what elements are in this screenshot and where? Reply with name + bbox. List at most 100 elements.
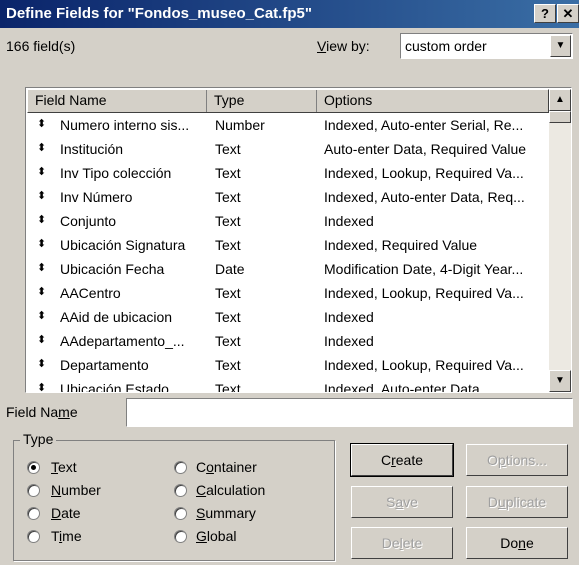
radio-label-time: Time (51, 528, 82, 544)
radio-text[interactable] (27, 461, 40, 474)
table-row[interactable]: ⬍ Inv Tipo colección Text Indexed, Looku… (28, 162, 549, 186)
help-button[interactable]: ? (534, 4, 556, 23)
table-row[interactable]: ⬍ Ubicación Fecha Date Modification Date… (28, 258, 549, 282)
field-options-cell: Indexed (324, 309, 374, 325)
scroll-down-icon[interactable]: ▼ (549, 370, 571, 392)
scroll-up-icon[interactable]: ▲ (549, 89, 571, 111)
create-button[interactable]: Create (350, 443, 454, 477)
field-name-cell: AAid de ubicacion (60, 309, 173, 325)
field-options-cell: Indexed, Lookup, Required Va... (324, 165, 524, 181)
drag-handle-icon[interactable]: ⬍ (37, 261, 46, 274)
drag-handle-icon[interactable]: ⬍ (37, 309, 46, 322)
field-type-cell: Text (215, 381, 241, 393)
radio-label-calculation: Calculation (196, 482, 266, 498)
field-options-cell: Indexed (324, 213, 374, 229)
field-type-cell: Text (215, 141, 241, 157)
field-type-cell: Text (215, 285, 241, 301)
delete-button[interactable]: Delete (351, 527, 453, 559)
field-type-cell: Text (215, 237, 241, 253)
radio-summary[interactable] (174, 507, 187, 520)
table-row[interactable]: ⬍ AAdepartamento_... Text Indexed (28, 330, 549, 354)
radio-container[interactable] (174, 461, 187, 474)
field-type-cell: Text (215, 357, 241, 373)
duplicate-button[interactable]: Duplicate (466, 486, 568, 518)
table-row[interactable]: ⬍ Conjunto Text Indexed (28, 210, 549, 234)
column-header-type[interactable]: Type (207, 90, 244, 112)
field-options-cell: Indexed, Auto-enter Data, Req... (324, 189, 525, 205)
field-name-cell: Ubicación Estado (60, 381, 169, 393)
options-button[interactable]: Options... (466, 444, 568, 476)
field-options-cell: Indexed, Auto-enter Serial, Re... (324, 117, 524, 133)
save-button[interactable]: Save (351, 486, 453, 518)
field-options-cell: Indexed, Auto-enter Data (324, 381, 480, 393)
field-type-cell: Text (215, 213, 241, 229)
field-name-cell: Numero interno sis... (60, 117, 190, 133)
window-title: Define Fields for "Fondos_museo_Cat.fp5" (6, 5, 312, 22)
radio-label-date: Date (51, 505, 81, 521)
drag-handle-icon[interactable]: ⬍ (37, 237, 46, 250)
drag-handle-icon[interactable]: ⬍ (37, 381, 46, 392)
type-group-label: Type (20, 431, 57, 447)
radio-label-container: Container (196, 459, 257, 475)
drag-handle-icon[interactable]: ⬍ (37, 213, 46, 226)
field-name-cell: Inv Número (60, 189, 133, 205)
scroll-thumb[interactable] (549, 111, 571, 123)
drag-handle-icon[interactable]: ⬍ (37, 333, 46, 346)
field-type-cell: Text (215, 309, 241, 325)
table-row[interactable]: ⬍ Institución Text Auto-enter Data, Requ… (28, 138, 549, 162)
field-type-cell: Text (215, 333, 241, 349)
field-name-cell: Conjunto (60, 213, 117, 229)
drag-handle-icon[interactable]: ⬍ (37, 117, 46, 130)
field-options-cell: Indexed (324, 333, 374, 349)
drag-handle-icon[interactable]: ⬍ (37, 285, 46, 298)
table-row[interactable]: ⬍ AAid de ubicacion Text Indexed (28, 306, 549, 330)
field-options-cell: Auto-enter Data, Required Value (324, 141, 527, 157)
field-name-cell: Ubicación Signatura (60, 237, 186, 253)
title-bar: Define Fields for "Fondos_museo_Cat.fp5"… (0, 0, 579, 28)
close-icon[interactable]: ✕ (557, 4, 579, 23)
radio-label-text: Text (51, 459, 77, 475)
table-row[interactable]: ⬍ Ubicación Estado Text Indexed, Auto-en… (28, 378, 549, 393)
table-row[interactable]: ⬍ Departamento Text Indexed, Lookup, Req… (28, 354, 549, 378)
table-row[interactable]: ⬍ Ubicación Signatura Text Indexed, Requ… (28, 234, 549, 258)
view-by-value: custom order (405, 38, 487, 54)
field-name-cell: Inv Tipo colección (60, 165, 172, 181)
field-type-cell: Date (215, 261, 245, 277)
field-name-cell: Departamento (60, 357, 149, 373)
done-button[interactable]: Done (466, 527, 568, 559)
radio-calculation[interactable] (174, 484, 187, 497)
table-row[interactable]: ⬍ Inv Número Text Indexed, Auto-enter Da… (28, 186, 549, 210)
field-name-input[interactable] (126, 398, 573, 427)
field-name-cell: Ubicación Fecha (60, 261, 165, 277)
field-type-cell: Text (215, 189, 241, 205)
field-options-cell: Modification Date, 4-Digit Year... (324, 261, 524, 277)
fields-list[interactable]: Field Name Type Options ⬍ Numero interno… (25, 87, 572, 393)
radio-number[interactable] (27, 484, 40, 497)
radio-label-number: Number (51, 482, 101, 498)
radio-time[interactable] (27, 530, 40, 543)
view-by-select[interactable]: custom order ▼ (400, 33, 573, 59)
field-name-label: Field Name (6, 404, 78, 420)
field-options-cell: Indexed, Lookup, Required Va... (324, 357, 524, 373)
field-name-cell: AAdepartamento_... (60, 333, 185, 349)
column-header-options[interactable]: Options (317, 90, 372, 112)
drag-handle-icon[interactable]: ⬍ (37, 189, 46, 202)
radio-label-summary: Summary (196, 505, 256, 521)
field-options-cell: Indexed, Required Value (324, 237, 478, 253)
radio-date[interactable] (27, 507, 40, 520)
field-name-cell: Institución (60, 141, 124, 157)
field-count: 166 field(s) (6, 38, 76, 54)
column-header-field-name[interactable]: Field Name (28, 90, 107, 112)
radio-global[interactable] (174, 530, 187, 543)
field-name-cell: AACentro (60, 285, 121, 301)
list-scrollbar[interactable]: ▲ ▼ (549, 89, 571, 392)
chevron-down-icon[interactable]: ▼ (550, 35, 571, 57)
view-by-label: View by: (317, 38, 370, 54)
table-row[interactable]: ⬍ Numero interno sis... Number Indexed, … (28, 114, 549, 138)
drag-handle-icon[interactable]: ⬍ (37, 141, 46, 154)
field-type-cell: Number (215, 117, 265, 133)
table-row[interactable]: ⬍ AACentro Text Indexed, Lookup, Require… (28, 282, 549, 306)
field-options-cell: Indexed, Lookup, Required Va... (324, 285, 524, 301)
drag-handle-icon[interactable]: ⬍ (37, 165, 46, 178)
drag-handle-icon[interactable]: ⬍ (37, 357, 46, 370)
